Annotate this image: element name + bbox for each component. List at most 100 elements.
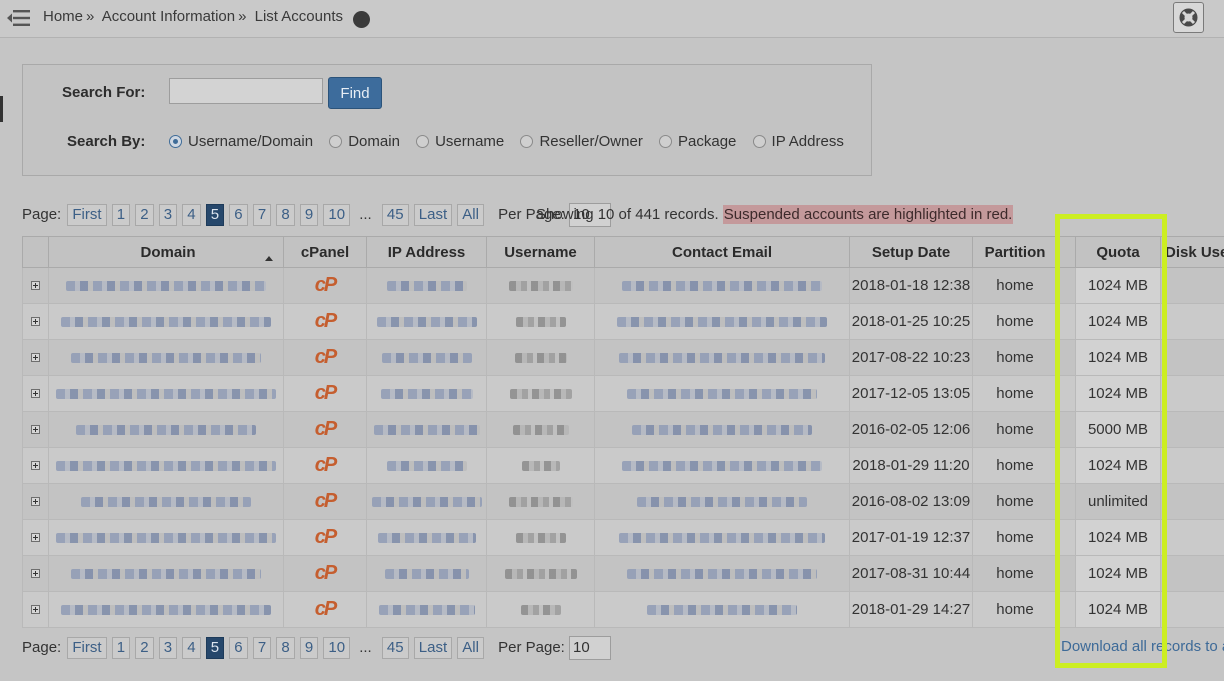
expand-cell[interactable]	[22, 339, 49, 376]
page-link[interactable]: 7	[252, 204, 272, 226]
page-all[interactable]: All	[457, 204, 484, 226]
support-button[interactable]	[1173, 2, 1204, 33]
page-link[interactable]: 2	[135, 204, 154, 226]
domain-cell[interactable]	[48, 555, 284, 592]
domain-cell[interactable]	[48, 447, 284, 484]
cpanel-cell[interactable]: cP	[283, 555, 367, 592]
plus-box-icon[interactable]	[31, 317, 40, 326]
expand-cell[interactable]	[22, 303, 49, 340]
page-link[interactable]: 3	[158, 637, 178, 659]
page-link[interactable]: 10	[323, 637, 351, 659]
cpanel-cell[interactable]: cP	[283, 411, 367, 448]
table-row[interactable]: cP 2017-08-22 10:23home 1024 MB128	[22, 339, 1224, 376]
page-first[interactable]: First	[67, 637, 107, 659]
page-link[interactable]: 4	[182, 637, 201, 659]
expand-cell[interactable]	[22, 483, 49, 520]
breadcrumb-account-information[interactable]: Account Information	[102, 8, 235, 25]
page-current[interactable]: 5	[205, 204, 225, 226]
cpanel-cell[interactable]: cP	[283, 591, 367, 628]
radio-ip-address[interactable]: IP Address	[752, 133, 844, 150]
domain-cell[interactable]	[48, 375, 284, 412]
table-row[interactable]: cP 2018-01-29 14:27home 1024 MB758	[22, 591, 1224, 628]
expand-cell[interactable]	[22, 375, 49, 412]
page-last[interactable]: Last	[413, 637, 453, 659]
page-link[interactable]: 2	[135, 637, 154, 659]
expand-cell[interactable]	[22, 447, 49, 484]
header-ip-address[interactable]: IP Address	[366, 236, 487, 268]
plus-box-icon[interactable]	[31, 281, 40, 290]
radio-reseller-owner[interactable]: Reseller/Owner	[520, 133, 643, 150]
cpanel-logo-icon[interactable]: cP	[315, 598, 338, 620]
header-partition[interactable]: Partition	[972, 236, 1058, 268]
plus-box-icon[interactable]	[31, 389, 40, 398]
table-row[interactable]: cP 2017-12-05 13:05home 1024 MB3	[22, 375, 1224, 412]
cpanel-logo-icon[interactable]: cP	[315, 454, 338, 476]
page-link[interactable]: 8	[276, 204, 295, 226]
page-link[interactable]: 1	[111, 204, 131, 226]
expand-cell[interactable]	[22, 555, 49, 592]
page-link[interactable]: 45	[381, 204, 409, 226]
page-link[interactable]: 9	[299, 204, 319, 226]
page-link[interactable]: 6	[229, 637, 248, 659]
header-setup-date[interactable]: Setup Date	[849, 236, 973, 268]
radio-username[interactable]: Username	[416, 133, 504, 150]
radio-package[interactable]: Package	[659, 133, 736, 150]
domain-cell[interactable]	[48, 303, 284, 340]
domain-cell[interactable]	[48, 339, 284, 376]
expand-cell[interactable]	[22, 267, 49, 304]
cpanel-logo-icon[interactable]: cP	[315, 346, 338, 368]
expand-cell[interactable]	[22, 591, 49, 628]
radio-domain[interactable]: Domain	[329, 133, 400, 150]
cpanel-cell[interactable]: cP	[283, 303, 367, 340]
plus-box-icon[interactable]	[31, 461, 40, 470]
cpanel-cell[interactable]: cP	[283, 375, 367, 412]
domain-cell[interactable]	[48, 483, 284, 520]
radio-username-domain[interactable]: Username/Domain	[169, 133, 313, 150]
table-row[interactable]: cP 2017-01-19 12:37home 1024 MB512	[22, 519, 1224, 556]
header-cpanel[interactable]: cPanel	[283, 236, 367, 268]
page-link[interactable]: 6	[229, 204, 248, 226]
page-link[interactable]: 4	[182, 204, 201, 226]
expand-cell[interactable]	[22, 411, 49, 448]
page-all[interactable]: All	[457, 637, 484, 659]
domain-cell[interactable]	[48, 411, 284, 448]
cpanel-logo-icon[interactable]: cP	[315, 310, 338, 332]
page-last[interactable]: Last	[413, 204, 453, 226]
cpanel-logo-icon[interactable]: cP	[315, 418, 338, 440]
per-page-input[interactable]: 10	[569, 636, 612, 660]
table-row[interactable]: cP 2018-01-29 11:20home 1024 MB88	[22, 447, 1224, 484]
table-row[interactable]: cP 2017-08-31 10:44home 1024 MB653	[22, 555, 1224, 592]
plus-box-icon[interactable]	[31, 533, 40, 542]
cpanel-cell[interactable]: cP	[283, 483, 367, 520]
download-all-records-link[interactable]: Download all records to a	[1061, 638, 1224, 655]
page-current[interactable]: 5	[205, 637, 225, 659]
help-icon[interactable]: ?	[353, 11, 371, 28]
plus-box-icon[interactable]	[31, 425, 40, 434]
plus-box-icon[interactable]	[31, 353, 40, 362]
header-quota[interactable]: Quota	[1075, 236, 1161, 268]
page-link[interactable]: 9	[299, 637, 319, 659]
table-row[interactable]: cP 2016-02-05 12:06home 5000 MB649	[22, 411, 1224, 448]
page-link[interactable]: 45	[381, 637, 409, 659]
header-disk-used[interactable]: Disk Used	[1160, 236, 1224, 268]
cpanel-logo-icon[interactable]: cP	[315, 490, 338, 512]
cpanel-logo-icon[interactable]: cP	[315, 382, 338, 404]
plus-box-icon[interactable]	[31, 569, 40, 578]
page-link[interactable]: 3	[158, 204, 178, 226]
cpanel-cell[interactable]: cP	[283, 519, 367, 556]
page-link[interactable]: 7	[252, 637, 272, 659]
table-row[interactable]: cP 2018-01-18 12:38home 1024 MB170	[22, 267, 1224, 304]
page-link[interactable]: 8	[276, 637, 295, 659]
find-button[interactable]: Find	[328, 77, 382, 109]
page-first[interactable]: First	[67, 204, 107, 226]
plus-box-icon[interactable]	[31, 497, 40, 506]
header-contact-email[interactable]: Contact Email	[594, 236, 850, 268]
plus-box-icon[interactable]	[31, 605, 40, 614]
search-input[interactable]	[169, 78, 323, 104]
table-row[interactable]: cP 2018-01-25 10:25home 1024 MB64	[22, 303, 1224, 340]
page-link[interactable]: 1	[111, 637, 131, 659]
header-username[interactable]: Username	[486, 236, 595, 268]
domain-cell[interactable]	[48, 591, 284, 628]
header-domain[interactable]: Domain	[48, 236, 284, 268]
domain-cell[interactable]	[48, 267, 284, 304]
